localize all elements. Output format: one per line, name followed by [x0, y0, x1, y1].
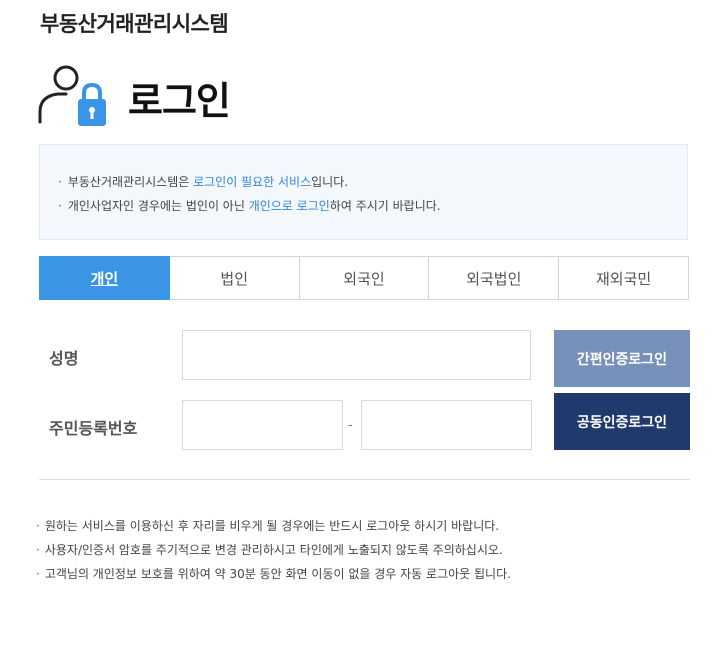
- rrn-back-input[interactable]: [361, 400, 532, 450]
- public-cert-login-button[interactable]: 공동인증로그인: [554, 393, 690, 450]
- info-text: 개인사업자인 경우에는 법인이 아닌: [67, 199, 249, 213]
- info-line-2: · 개인사업자인 경우에는 법인이 아닌 개인으로 로그인하여 주시기 바랍니다.: [58, 194, 687, 218]
- app-title: 부동산거래관리시스템: [40, 12, 229, 36]
- bullet-icon: ·: [36, 519, 40, 533]
- tab-overseas-korean[interactable]: 재외국민: [559, 256, 689, 300]
- bullet-icon: ·: [58, 199, 62, 213]
- tab-individual[interactable]: 개인: [39, 256, 170, 300]
- user-lock-icon: [38, 65, 106, 126]
- simple-cert-login-button[interactable]: 간편인증로그인: [554, 330, 690, 387]
- name-label: 성명: [49, 349, 79, 368]
- rrn-label: 주민등록번호: [49, 419, 138, 438]
- info-text: 하여 주시기 바랍니다.: [329, 199, 441, 213]
- bullet-icon: ·: [58, 175, 62, 189]
- notice-text: 사용자/인증서 암호를 주기적으로 변경 관리하시고 타인에게 노출되지 않도록…: [44, 543, 503, 557]
- notice-item: · 사용자/인증서 암호를 주기적으로 변경 관리하시고 타인에게 노출되지 않도…: [36, 538, 511, 562]
- notice-item: · 고객님의 개인정보 보호를 위하여 약 30분 동안 화면 이동이 없을 경우…: [36, 562, 511, 586]
- bullet-icon: ·: [36, 567, 40, 581]
- tab-corporation[interactable]: 법인: [169, 256, 300, 300]
- notice-item: · 원하는 서비스를 이용하신 후 자리를 비우게 될 경우에는 반드시 로그아웃…: [36, 514, 511, 538]
- name-input[interactable]: [182, 330, 531, 380]
- notice-text: 고객님의 개인정보 보호를 위하여 약 30분 동안 화면 이동이 없을 경우 …: [44, 567, 511, 581]
- rrn-separator: -: [348, 418, 353, 433]
- notice-text: 원하는 서비스를 이용하신 후 자리를 비우게 될 경우에는 반드시 로그아웃 …: [44, 519, 500, 533]
- login-title: 로그인: [128, 79, 231, 123]
- tab-foreign-corporation[interactable]: 외국법인: [429, 256, 560, 300]
- info-box: · 부동산거래관리시스템은 로그인이 필요한 서비스입니다. · 개인사업자인 경우…: [39, 144, 688, 240]
- login-type-tabs: 개인 법인 외국인 외국법인 재외국민: [39, 256, 689, 300]
- bullet-icon: ·: [36, 543, 40, 557]
- info-text: 부동산거래관리시스템은: [67, 175, 194, 189]
- divider: [39, 479, 690, 480]
- tab-foreigner[interactable]: 외국인: [299, 256, 430, 300]
- notice-list: · 원하는 서비스를 이용하신 후 자리를 비우게 될 경우에는 반드시 로그아웃…: [36, 514, 511, 586]
- info-highlight: 개인으로 로그인: [248, 199, 330, 213]
- rrn-front-input[interactable]: [182, 400, 343, 450]
- info-line-1: · 부동산거래관리시스템은 로그인이 필요한 서비스입니다.: [58, 170, 687, 194]
- info-highlight: 로그인이 필요한 서비스: [193, 175, 312, 189]
- info-text: 입니다.: [311, 175, 349, 189]
